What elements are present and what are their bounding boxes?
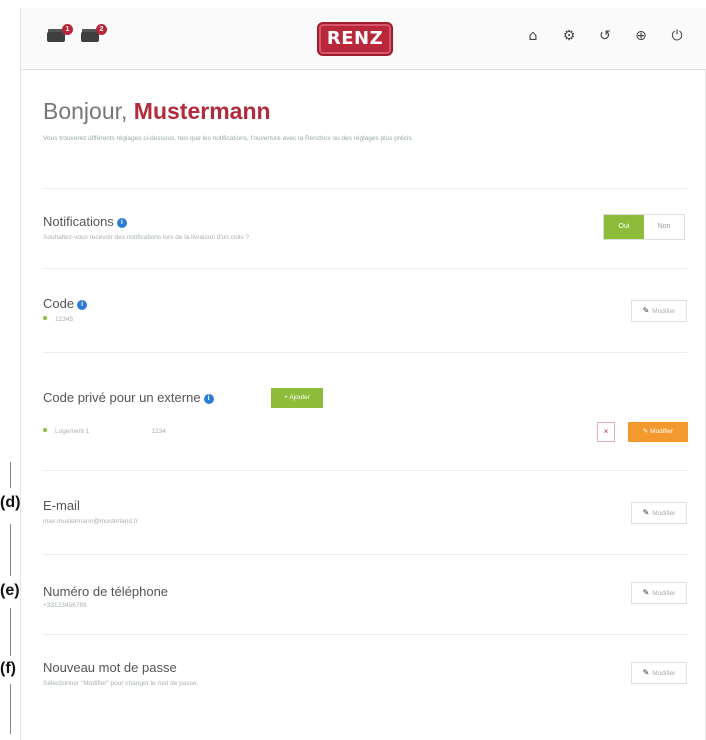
password-modify-button[interactable]: ✎ Modifier bbox=[631, 662, 687, 684]
app-frame: 1 2 RENZ ⌂ ⚙ ↺ ⊕ ⏻ Bonjour, Mustermann V… bbox=[20, 8, 706, 740]
external-code-value: 1234 bbox=[151, 428, 166, 435]
code-modify-button[interactable]: ✎ Modifier bbox=[631, 300, 687, 322]
page-title: Bonjour, Mustermann bbox=[43, 98, 271, 125]
annotation-leader-line bbox=[10, 524, 11, 576]
annotation-leader-line bbox=[10, 684, 11, 734]
password-title: Nouveau mot de passe bbox=[43, 660, 177, 675]
status-dot bbox=[43, 428, 47, 432]
notifications-title: Notifications i bbox=[43, 214, 127, 229]
code-title: Code i bbox=[43, 296, 88, 311]
pencil-icon: ✎ bbox=[642, 668, 650, 677]
section-divider bbox=[43, 352, 687, 353]
info-icon[interactable]: i bbox=[77, 300, 88, 310]
phone-title: Numéro de téléphone bbox=[43, 584, 169, 599]
pencil-icon: ✎ bbox=[642, 306, 650, 315]
external-code-entry: Logement 1 1234 bbox=[43, 428, 166, 435]
notifications-subtitle: Souhaitez-vous recevoir des notification… bbox=[43, 234, 250, 241]
toggle-off-option[interactable]: Non bbox=[644, 215, 684, 239]
info-icon[interactable]: i bbox=[203, 394, 214, 404]
gear-icon[interactable]: ⚙ bbox=[561, 28, 577, 44]
password-subtitle: Sélectionner "Modifier" pour changer le … bbox=[43, 680, 199, 687]
parcel-box-group: 1 2 bbox=[47, 24, 107, 44]
power-icon[interactable]: ⏻ bbox=[669, 28, 685, 44]
annotation-leader-line bbox=[10, 462, 11, 488]
delete-external-code-button[interactable]: × bbox=[597, 422, 615, 442]
parcel-box-icon[interactable]: 1 bbox=[47, 24, 73, 44]
history-icon[interactable]: ↺ bbox=[597, 28, 613, 44]
pencil-icon: ✎ bbox=[642, 588, 650, 597]
external-code-modify-button[interactable]: ✎ Modifier bbox=[628, 422, 688, 442]
annotation-f: (f) bbox=[0, 660, 16, 677]
top-bar: 1 2 RENZ ⌂ ⚙ ↺ ⊕ ⏻ bbox=[21, 8, 706, 70]
parcel-box-icon[interactable]: 2 bbox=[81, 24, 107, 44]
annotation-e: (e) bbox=[0, 582, 20, 599]
home-icon[interactable]: ⌂ bbox=[525, 28, 541, 44]
external-code-name: Logement 1 bbox=[55, 428, 90, 435]
annotation-leader-line bbox=[10, 608, 11, 656]
pencil-icon: ✎ bbox=[642, 508, 650, 517]
notification-badge: 2 bbox=[96, 24, 107, 35]
code-value: 12345 bbox=[43, 316, 73, 323]
user-name: Mustermann bbox=[133, 98, 271, 124]
greeting-description: Vous trouverez différents réglages ci-de… bbox=[43, 135, 414, 142]
top-nav-icons: ⌂ ⚙ ↺ ⊕ ⏻ bbox=[525, 28, 685, 44]
toggle-on-option[interactable]: Oui bbox=[604, 215, 644, 239]
section-divider bbox=[43, 268, 687, 269]
section-divider bbox=[43, 634, 687, 635]
annotation-d: (d) bbox=[0, 494, 21, 511]
email-modify-button[interactable]: ✎ Modifier bbox=[631, 502, 687, 524]
renz-logo[interactable]: RENZ bbox=[317, 22, 393, 56]
section-divider bbox=[43, 188, 687, 189]
greeting-prefix: Bonjour, bbox=[43, 98, 134, 124]
add-external-code-button[interactable]: + Ajouter bbox=[271, 388, 323, 408]
section-divider bbox=[43, 554, 687, 555]
email-title: E-mail bbox=[43, 498, 80, 513]
globe-icon[interactable]: ⊕ bbox=[633, 28, 649, 44]
info-icon[interactable]: i bbox=[116, 218, 127, 228]
notifications-toggle[interactable]: Oui Non bbox=[603, 214, 685, 240]
notification-badge: 1 bbox=[62, 24, 73, 35]
section-divider bbox=[43, 470, 687, 471]
phone-modify-button[interactable]: ✎ Modifier bbox=[631, 582, 687, 604]
status-dot bbox=[43, 316, 47, 320]
external-code-title: Code privé pour un externe i bbox=[43, 390, 214, 405]
email-value: max.mustermann@musterland.fr bbox=[43, 518, 138, 525]
phone-value: +33123456789 bbox=[43, 602, 87, 609]
